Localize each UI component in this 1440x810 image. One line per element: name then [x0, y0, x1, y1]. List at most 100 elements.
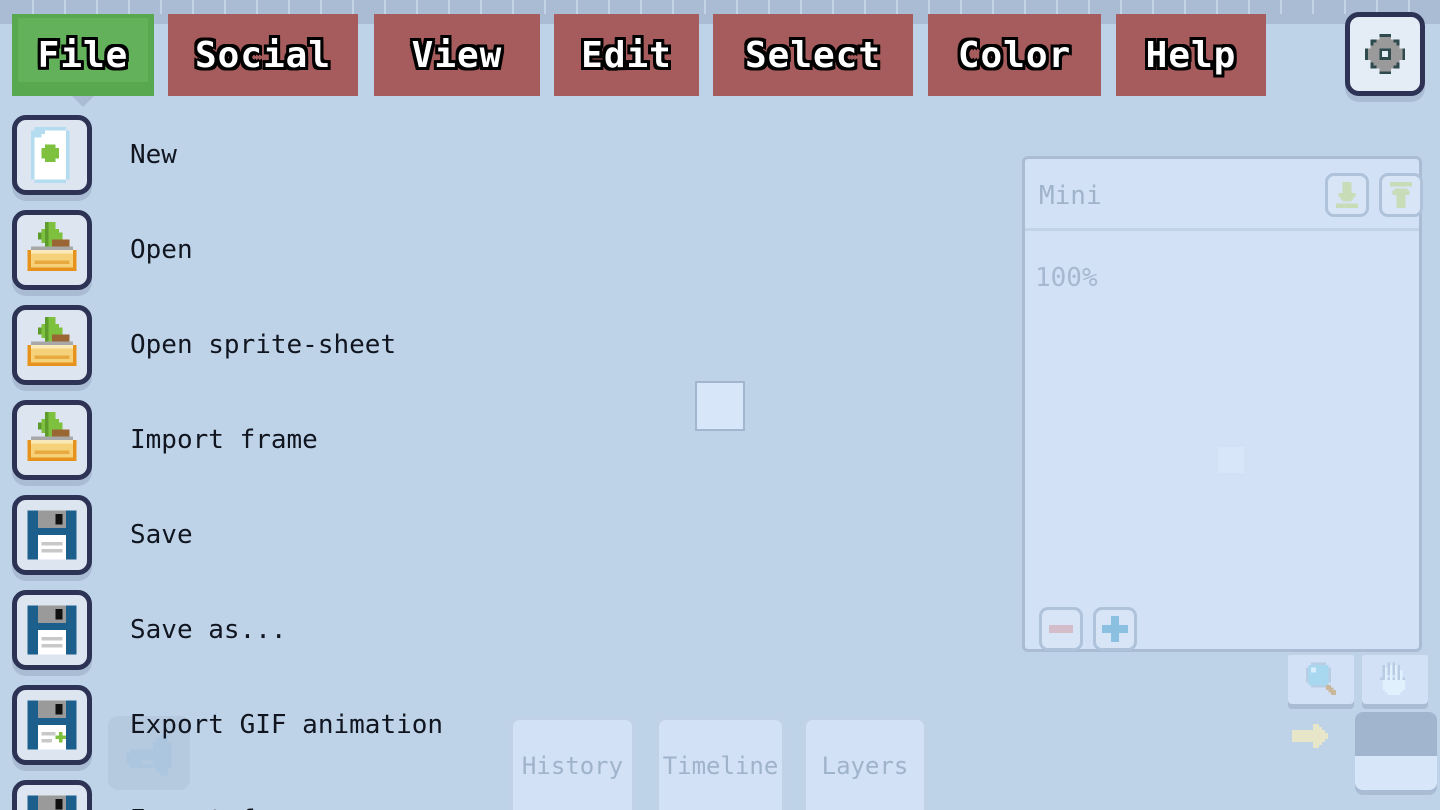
menu-item-import-frame[interactable]: Import frame	[0, 392, 520, 487]
menu-tab-label: Color	[957, 34, 1072, 76]
ruler-tick	[288, 0, 290, 14]
menu-tab-label: Help	[1145, 34, 1237, 76]
open-folder-icon	[27, 221, 77, 271]
menu-item-open-sprite-sheet[interactable]: Open sprite-sheet	[0, 297, 520, 392]
color-swatch[interactable]	[1355, 712, 1437, 790]
ruler-tick	[1152, 0, 1154, 14]
ruler-tick	[672, 0, 674, 14]
hand-icon	[1380, 662, 1405, 695]
plus-icon-vertical	[1111, 616, 1119, 642]
ruler-tick	[896, 0, 898, 14]
settings-button[interactable]	[1345, 12, 1425, 96]
ruler-tick	[352, 0, 354, 14]
mini-expand-button[interactable]	[1379, 173, 1423, 217]
magnifier-icon	[1306, 662, 1336, 695]
menu-item-icon	[12, 589, 92, 670]
arrow-right-icon	[1292, 724, 1328, 748]
ruler-tick	[224, 0, 226, 14]
zoom-in-button[interactable]	[1093, 607, 1137, 651]
file-dropdown-menu: New Open Open sprite-sheet Import frame …	[0, 107, 520, 810]
menu-tab-label: Social	[194, 34, 332, 76]
ruler-tick	[640, 0, 642, 14]
ruler-tick	[96, 0, 98, 14]
menu-item-label: Open	[130, 234, 193, 265]
menu-tab-social[interactable]: Social	[168, 14, 358, 96]
ruler-tick	[416, 0, 418, 14]
menu-item-icon	[12, 779, 92, 810]
ruler-tick	[928, 0, 930, 14]
floppy-disk-icon	[27, 510, 77, 559]
open-folder-icon	[27, 316, 77, 366]
menu-item-export-frame[interactable]: Export frame	[0, 772, 520, 810]
gear-icon	[1364, 33, 1406, 75]
arrow-right-indicator	[1292, 718, 1334, 752]
zoom-tool-button[interactable]	[1288, 652, 1354, 704]
menu-tab-label: Edit	[581, 34, 672, 76]
arrow-down-icon	[1336, 182, 1358, 208]
menu-tab-view[interactable]: View	[374, 14, 540, 96]
ruler-tick	[1280, 0, 1282, 14]
ruler-tick	[32, 0, 34, 14]
canvas-artboard[interactable]	[695, 381, 745, 431]
ruler-tick	[1344, 0, 1346, 14]
menu-item-save-as[interactable]: Save as...	[0, 582, 520, 677]
mini-viewport-indicator[interactable]	[1218, 447, 1244, 473]
mini-panel-header: Mini	[1025, 159, 1423, 231]
menu-tab-help[interactable]: Help	[1116, 14, 1266, 96]
tab-history-label: History	[521, 752, 624, 780]
ruler-tick	[608, 0, 610, 14]
minus-icon	[1049, 625, 1073, 633]
tab-history[interactable]: History	[510, 717, 635, 810]
menu-item-new[interactable]: New	[0, 107, 520, 202]
ruler-tick	[704, 0, 706, 14]
hand-tool-button[interactable]	[1362, 652, 1428, 704]
ruler-tick	[192, 0, 194, 14]
ruler-tick	[384, 0, 386, 14]
ruler-tick	[128, 0, 130, 14]
menu-item-icon	[12, 304, 92, 385]
ruler-tick	[992, 0, 994, 14]
menu-item-label: Import frame	[130, 424, 318, 455]
primary-color	[1355, 712, 1437, 756]
menu-tab-label: File	[37, 34, 129, 76]
menu-item-label: Export frame	[130, 805, 318, 810]
ruler-tick	[544, 0, 546, 14]
menu-item-icon	[12, 684, 92, 765]
menu-tab-edit[interactable]: Edit	[554, 14, 699, 96]
ruler-tick	[768, 0, 770, 14]
ruler-tick	[1312, 0, 1314, 14]
menu-tab-file[interactable]: File	[12, 14, 154, 107]
tab-layers[interactable]: Layers	[803, 717, 927, 810]
tab-timeline[interactable]: Timeline	[656, 717, 785, 810]
ruler-tick	[1120, 0, 1122, 14]
menu-item-export-gif-animation[interactable]: Export GIF animation	[0, 677, 520, 772]
ruler-tick	[1248, 0, 1250, 14]
secondary-color	[1355, 756, 1437, 790]
menu-item-label: New	[130, 139, 177, 170]
ruler-tick	[480, 0, 482, 14]
ruler-tick	[160, 0, 162, 14]
floppy-disk-icon	[27, 700, 77, 749]
mini-panel: Mini 100%	[1022, 156, 1423, 652]
menu-item-icon	[12, 114, 92, 195]
menu-bar: File Social View Edit Select Color Help	[0, 14, 1440, 107]
floppy-disk-icon	[27, 795, 77, 810]
menu-item-icon	[12, 209, 92, 290]
ruler-tick	[1216, 0, 1218, 14]
menu-item-open[interactable]: Open	[0, 202, 520, 297]
tab-timeline-label: Timeline	[662, 752, 779, 780]
menu-item-save[interactable]: Save	[0, 487, 520, 582]
menu-tab-select[interactable]: Select	[713, 14, 913, 96]
menu-item-label: Open sprite-sheet	[130, 329, 397, 360]
ruler-tick	[864, 0, 866, 14]
menu-item-label: Save	[130, 519, 193, 550]
zoom-out-button[interactable]	[1039, 607, 1083, 651]
menu-tab-label: Select	[744, 34, 882, 76]
ruler-tick	[1056, 0, 1058, 14]
mini-collapse-button[interactable]	[1325, 173, 1369, 217]
ruler-tick	[1024, 0, 1026, 14]
menu-item-label: Export GIF animation	[130, 709, 444, 740]
ruler-tick	[1184, 0, 1186, 14]
menu-tab-color[interactable]: Color	[928, 14, 1101, 96]
ruler-tick	[448, 0, 450, 14]
